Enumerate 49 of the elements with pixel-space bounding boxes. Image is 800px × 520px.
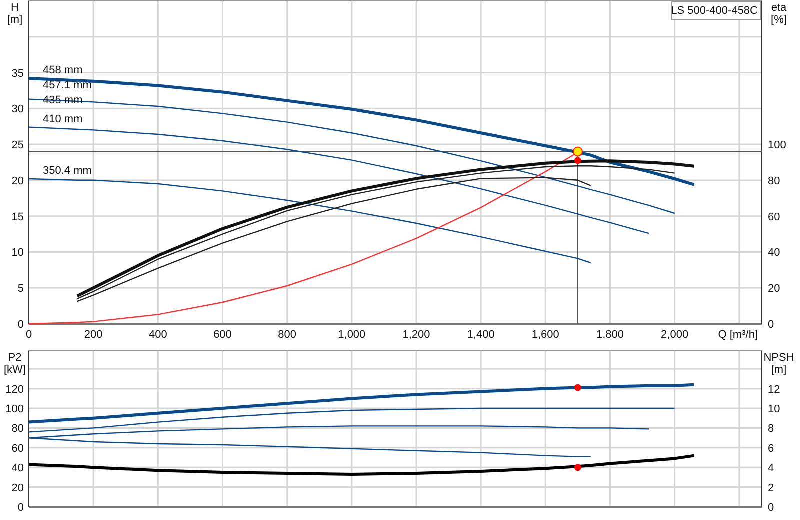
axis-tick-label: 12 [768,384,780,396]
axis-tick-label: 10 [12,247,24,260]
axis-tick-label: 20 [768,283,780,296]
axis-tick-label: 1,400 [467,329,495,341]
curve-label: 457.1 mm [43,80,92,92]
axis-tick-label: 100 [768,140,786,152]
axis-tick-label: 5 [18,283,24,296]
axis-title: NPSH [m] [764,352,794,376]
axis-title: H [m] [7,2,23,26]
axis-tick-label: 15 [12,211,24,224]
axis-tick-label: 1,800 [596,329,624,341]
curve-label: 350.4 mm [43,165,92,177]
axis-tick-label: 0 [18,319,24,331]
axis-tick-label: 35 [12,68,24,80]
axis-tick-label: 0 [768,319,774,331]
axis-tick-label: 800 [278,329,296,341]
axis-tick-label: 30 [12,104,24,116]
axis-title: P2 [kW] [4,352,26,376]
axis-tick-label: 8 [768,423,774,436]
axis-tick-label: 10 [768,404,780,416]
axis-tick-label: 25 [12,140,24,152]
axis-tick-label: 2,000 [661,329,689,341]
axis-tick-label: 1,600 [532,329,560,341]
axis-tick-label: 40 [12,462,24,475]
axis-tick-label: 600 [214,329,232,341]
axis-tick-label: 80 [768,175,780,188]
axis-tick-label: 40 [768,247,780,260]
axis-tick-label: 1,200 [402,329,430,341]
axis-tick-label: 0 [26,329,32,341]
model-label: LS 500-400-458C [671,1,762,20]
curve-label: 410 mm [43,113,83,126]
axis-title: Q [m³/h] [718,329,758,341]
axis-tick-label: 20 [12,175,24,188]
axis-tick-label: 60 [768,211,780,224]
axis-tick-label: 0 [768,502,774,514]
axis-tick-label: 60 [12,442,24,455]
curve-label: 458 mm [43,64,83,77]
axis-tick-label: 4 [768,462,774,475]
axis-tick-label: 2 [768,482,774,494]
axis-tick-label: 400 [148,329,168,341]
axis-tick-label: 6 [768,442,774,455]
axis-tick-label: 20 [12,482,24,494]
axis-tick-label: 120 [6,384,24,396]
axis-title: eta [%] [771,2,787,26]
axis-tick-label: 100 [6,404,24,416]
axis-tick-label: 200 [84,329,103,341]
axis-tick-label: 80 [12,423,24,436]
axis-tick-label: 1,000 [338,329,366,341]
axis-tick-label: 0 [18,502,24,514]
